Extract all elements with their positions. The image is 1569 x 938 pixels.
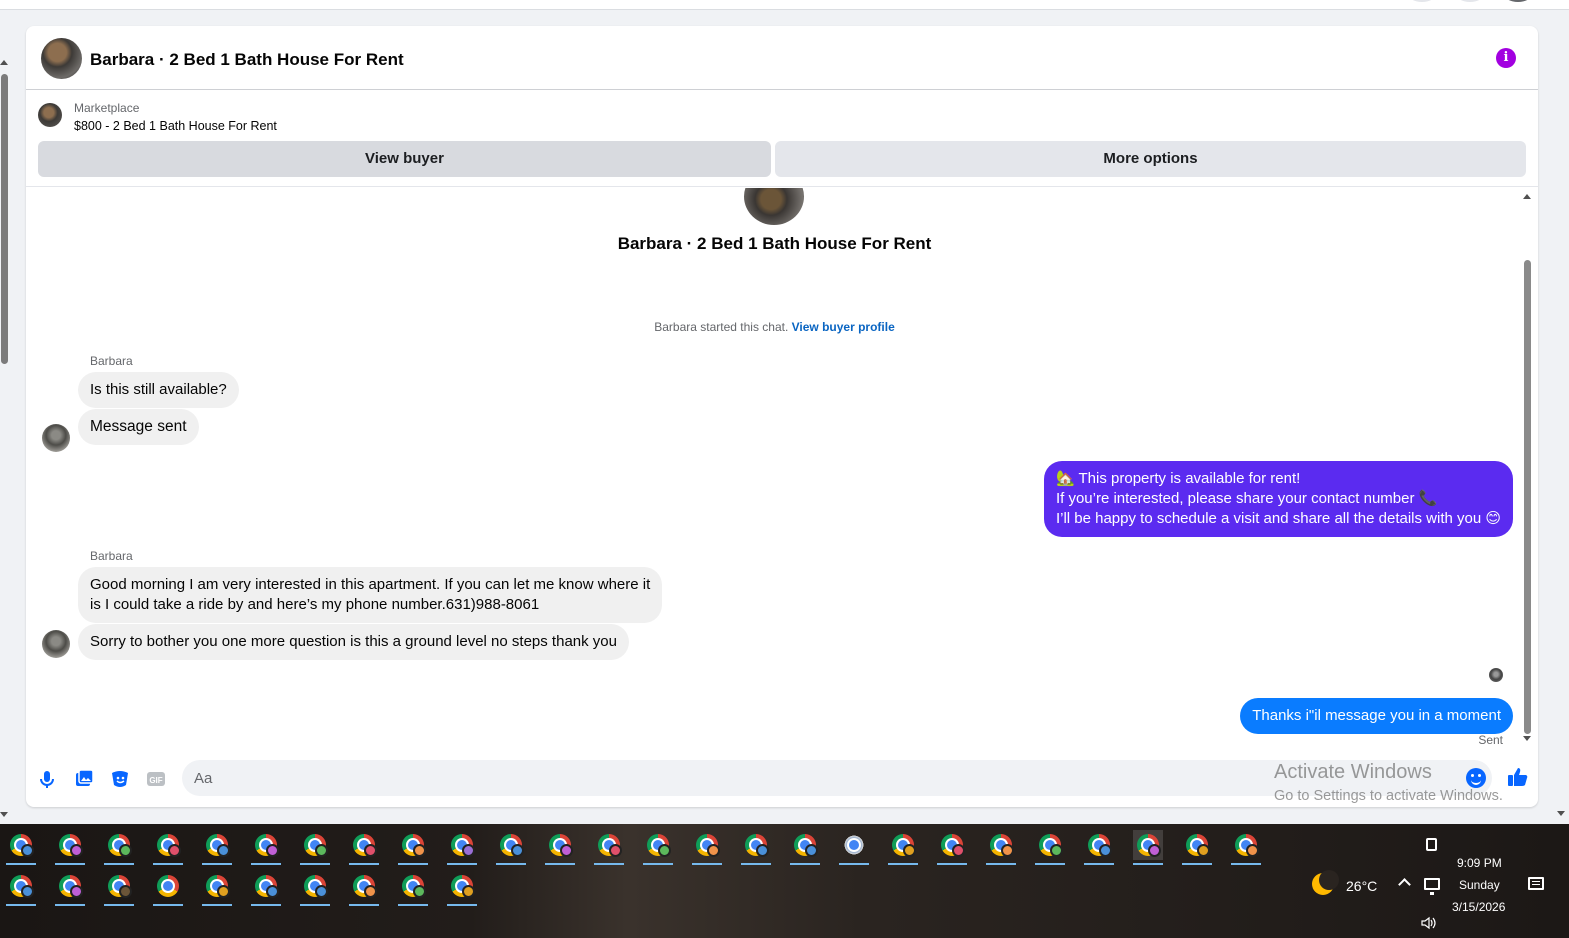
profile-circle-icon[interactable]	[1408, 0, 1436, 2]
chrome-profile-icon[interactable]	[398, 830, 428, 865]
thumbs-up-icon[interactable]	[1506, 765, 1530, 789]
chrome-profile-icon[interactable]	[545, 830, 575, 865]
conversation-scrollbar[interactable]	[1522, 188, 1532, 748]
profile-circle-icon[interactable]	[1456, 0, 1484, 2]
conversation-title: Barbara · 2 Bed 1 Bath House For Rent	[617, 234, 932, 253]
chrome-profile-icon[interactable]	[153, 871, 183, 906]
message-bubble-incoming[interactable]: Good morning I am very interested in thi…	[78, 567, 663, 623]
chrome-profile-icon[interactable]	[1084, 830, 1114, 865]
chevron-up-icon[interactable]	[1398, 878, 1411, 891]
message-bubble-outgoing[interactable]: Thanks i"il message you in a moment	[1240, 698, 1513, 734]
chrome-profile-icon[interactable]	[839, 830, 869, 865]
listing-thumbnail[interactable]	[38, 103, 62, 127]
chrome-profile-icon[interactable]	[104, 871, 134, 906]
chat-started-notice: Barbara started this chat. View buyer pr…	[26, 320, 1523, 334]
chrome-profile-icon[interactable]	[202, 871, 232, 906]
photo-icon[interactable]	[73, 768, 95, 790]
avatar[interactable]	[744, 188, 804, 225]
browser-top-strip	[0, 0, 1569, 10]
avatar[interactable]	[42, 424, 70, 452]
chrome-profile-icon[interactable]	[937, 830, 967, 865]
clock-day[interactable]: Sunday	[1459, 878, 1500, 892]
scroll-up-arrow-icon[interactable]	[1523, 194, 1531, 199]
windows-taskbar: 26°C 9:09 PM Sunday 3/15/2026	[0, 824, 1569, 938]
microphone-icon[interactable]	[36, 768, 58, 790]
watermark-subtitle: Go to Settings to activate Windows.	[1274, 788, 1503, 804]
seen-avatar	[1489, 668, 1503, 682]
chat-started-text: Barbara started this chat.	[654, 320, 792, 334]
chrome-profile-icon[interactable]	[398, 871, 428, 906]
avatar[interactable]	[42, 630, 70, 658]
camera-icon[interactable]	[1426, 838, 1437, 851]
sticker-icon[interactable]	[109, 768, 131, 790]
chrome-profile-icon[interactable]	[496, 830, 526, 865]
chrome-profile-icon[interactable]	[55, 871, 85, 906]
scroll-down-arrow-icon[interactable]	[1557, 811, 1565, 816]
chrome-profile-icon[interactable]	[55, 830, 85, 865]
chrome-profile-icon[interactable]	[986, 830, 1016, 865]
chrome-profile-icon[interactable]	[692, 830, 722, 865]
chrome-profile-icon[interactable]	[643, 830, 673, 865]
scrollbar-thumb[interactable]	[1524, 260, 1531, 734]
chrome-profile-icon[interactable]	[251, 871, 281, 906]
svg-text:GIF: GIF	[149, 776, 162, 785]
chrome-profile-icon[interactable]	[104, 830, 134, 865]
chrome-profile-icon[interactable]	[447, 871, 477, 906]
sent-status: Sent	[1478, 733, 1503, 747]
message-bubble-incoming[interactable]: Is this still available?	[78, 372, 239, 408]
gif-icon[interactable]: GIF	[145, 768, 167, 790]
chrome-profile-icon[interactable]	[1182, 830, 1212, 865]
more-options-button[interactable]: More options	[775, 141, 1526, 177]
chat-header: Barbara · 2 Bed 1 Bath House For Rent i	[26, 26, 1538, 90]
view-buyer-button[interactable]: View buyer	[38, 141, 771, 177]
chrome-profile-icon[interactable]	[1035, 830, 1065, 865]
sender-name: Barbara	[90, 354, 133, 368]
view-buyer-profile-link[interactable]: View buyer profile	[792, 320, 895, 334]
weather-temperature[interactable]: 26°C	[1346, 878, 1377, 894]
info-icon[interactable]: i	[1496, 48, 1516, 68]
chrome-profile-icon[interactable]	[594, 830, 624, 865]
page-scrollbar[interactable]	[0, 60, 10, 820]
clock-time[interactable]: 9:09 PM	[1457, 856, 1502, 870]
network-icon[interactable]	[1424, 878, 1440, 895]
watermark-title: Activate Windows	[1274, 761, 1432, 783]
message-bubble-outgoing[interactable]: 🏡 This property is available for rent! I…	[1043, 461, 1513, 537]
message-bubble-incoming[interactable]: Message sent	[78, 409, 199, 445]
listing-card: Marketplace $800 - 2 Bed 1 Bath House Fo…	[26, 91, 1538, 187]
chrome-profile-icon[interactable]	[153, 830, 183, 865]
chrome-profile-icon[interactable]	[300, 871, 330, 906]
chrome-profile-icon[interactable]	[447, 830, 477, 865]
chrome-profile-icon[interactable]	[349, 830, 379, 865]
chrome-profile-icon[interactable]	[349, 871, 379, 906]
chrome-profile-icon[interactable]	[1231, 830, 1261, 865]
chrome-profile-icon[interactable]	[6, 871, 36, 906]
chrome-profile-icon[interactable]	[741, 830, 771, 865]
chrome-profile-icon[interactable]	[888, 830, 918, 865]
clock-date[interactable]: 3/15/2026	[1452, 900, 1505, 914]
chrome-profile-icon[interactable]	[790, 830, 820, 865]
conversation-area[interactable]: Barbara · 2 Bed 1 Bath House For Rent Ba…	[26, 188, 1538, 748]
avatar[interactable]	[1504, 0, 1532, 2]
chrome-profile-icon[interactable]	[1133, 830, 1163, 865]
activate-windows-watermark: Activate Windows Go to Settings to activ…	[1274, 761, 1503, 804]
chat-window: Barbara · 2 Bed 1 Bath House For Rent i …	[26, 26, 1538, 807]
scroll-down-arrow-icon[interactable]	[1523, 736, 1531, 741]
chrome-profile-icon[interactable]	[251, 830, 281, 865]
chrome-profile-icon[interactable]	[202, 830, 232, 865]
scroll-up-arrow-icon[interactable]	[0, 60, 8, 65]
marketplace-label: Marketplace	[74, 101, 140, 115]
sender-name: Barbara	[90, 549, 133, 563]
chrome-profile-icon[interactable]	[300, 830, 330, 865]
chat-title[interactable]: Barbara · 2 Bed 1 Bath House For Rent	[90, 50, 404, 70]
speaker-icon[interactable]	[1421, 916, 1437, 930]
listing-price-title[interactable]: $800 - 2 Bed 1 Bath House For Rent	[74, 119, 277, 133]
moon-icon[interactable]	[1312, 870, 1339, 895]
notification-icon[interactable]	[1528, 877, 1544, 890]
scrollbar-thumb[interactable]	[1, 74, 8, 364]
message-bubble-incoming[interactable]: Sorry to bother you one more question is…	[78, 624, 629, 660]
avatar[interactable]	[41, 38, 82, 79]
scroll-down-arrow-icon[interactable]	[0, 812, 8, 817]
chrome-profile-icon[interactable]	[6, 830, 36, 865]
